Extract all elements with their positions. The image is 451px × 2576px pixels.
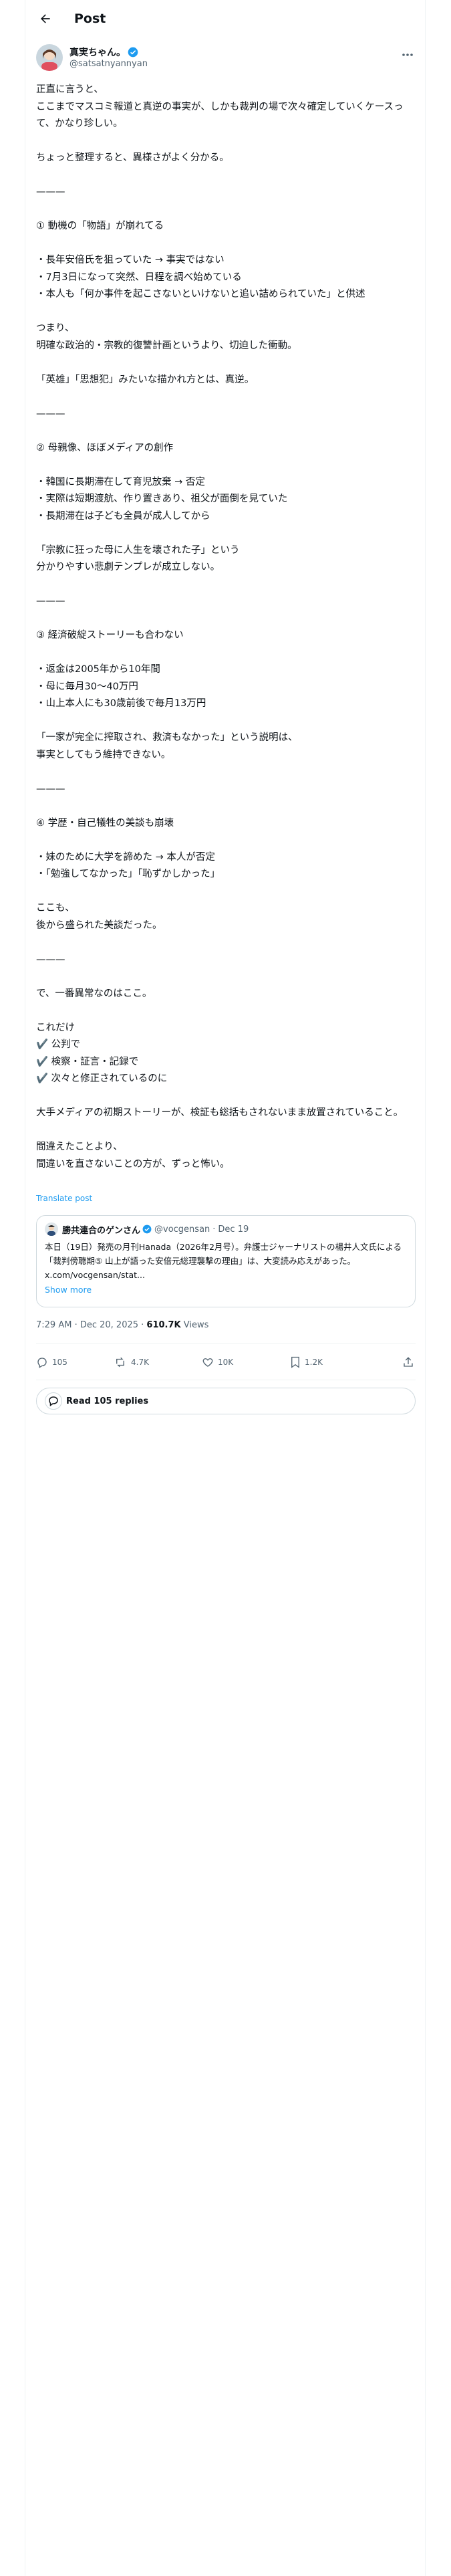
share-button[interactable] xyxy=(402,1349,418,1376)
quoted-post[interactable]: 勝共連合のゲンさん @vocgensan · Dec 19 本日（19日）発売の… xyxy=(36,1215,416,1307)
reply-count: 105 xyxy=(52,1358,67,1367)
like-icon xyxy=(202,1358,213,1367)
author-name-row[interactable]: 真実ちゃん。 xyxy=(69,45,138,59)
post-timestamp[interactable]: 7:29 AM · Dec 20, 2025 · xyxy=(36,1320,146,1330)
quoted-avatar xyxy=(45,1222,58,1236)
page-title: Post xyxy=(74,11,106,26)
more-icon xyxy=(402,53,413,56)
show-more-link[interactable]: Show more xyxy=(45,1285,92,1295)
bookmark-button[interactable]: 1.2K xyxy=(290,1349,323,1376)
quoted-post-header: 勝共連合のゲンさん @vocgensan · Dec 19 xyxy=(45,1222,249,1236)
quoted-author-handle: @vocgensan xyxy=(154,1224,210,1235)
action-bar: 105 4.7K 10K 1.2K xyxy=(36,1349,416,1376)
avatar[interactable] xyxy=(36,44,63,71)
repost-count: 4.7K xyxy=(131,1358,149,1367)
repost-button[interactable]: 4.7K xyxy=(114,1349,149,1376)
verified-badge-icon xyxy=(128,47,138,58)
author-name[interactable]: 真実ちゃん。 xyxy=(69,45,126,59)
verified-badge-icon xyxy=(142,1224,152,1234)
quoted-separator: · xyxy=(212,1224,216,1235)
top-bar: Post xyxy=(25,0,426,37)
divider xyxy=(36,1343,416,1344)
share-icon xyxy=(404,1357,413,1367)
reply-icon xyxy=(37,1358,47,1368)
like-count: 10K xyxy=(218,1358,234,1367)
read-replies-label: Read 105 replies xyxy=(66,1396,149,1406)
bookmark-count: 1.2K xyxy=(305,1358,323,1367)
page: Post 真実ちゃん。 @satsatnyannyan 正直に言うと、 ここまで… xyxy=(0,0,451,2576)
speech-bubble-icon xyxy=(45,1392,62,1410)
post-text: 正直に言うと、 ここまでマスコミ報道と真逆の事実が、しかも裁判の場で次々確定して… xyxy=(36,84,404,1170)
post-meta: 7:29 AM · Dec 20, 2025 · 610.7K Views xyxy=(36,1320,208,1330)
view-count: 610.7K xyxy=(146,1320,181,1330)
post-column: Post 真実ちゃん。 @satsatnyannyan 正直に言うと、 ここまで… xyxy=(25,0,426,2576)
more-button[interactable] xyxy=(400,48,416,62)
quoted-author-name: 勝共連合のゲンさん xyxy=(62,1225,141,1236)
like-button[interactable]: 10K xyxy=(202,1349,233,1376)
reply-button[interactable]: 105 xyxy=(36,1349,67,1376)
translate-post-link[interactable]: Translate post xyxy=(36,1194,92,1203)
quoted-post-text: 本日（19日）発売の月刊Hanada（2026年2月号）。弁護士ジャーナリストの… xyxy=(45,1242,402,1280)
quoted-date: Dec 19 xyxy=(218,1224,249,1235)
author-handle[interactable]: @satsatnyannyan xyxy=(69,59,148,69)
views-label: Views xyxy=(180,1320,209,1330)
back-arrow-icon xyxy=(41,14,50,23)
post-author: 真実ちゃん。 @satsatnyannyan xyxy=(36,44,416,74)
bookmark-icon xyxy=(291,1356,299,1368)
read-replies-button[interactable]: Read 105 replies xyxy=(36,1388,416,1414)
back-button[interactable] xyxy=(34,7,57,30)
repost-icon xyxy=(116,1357,124,1368)
